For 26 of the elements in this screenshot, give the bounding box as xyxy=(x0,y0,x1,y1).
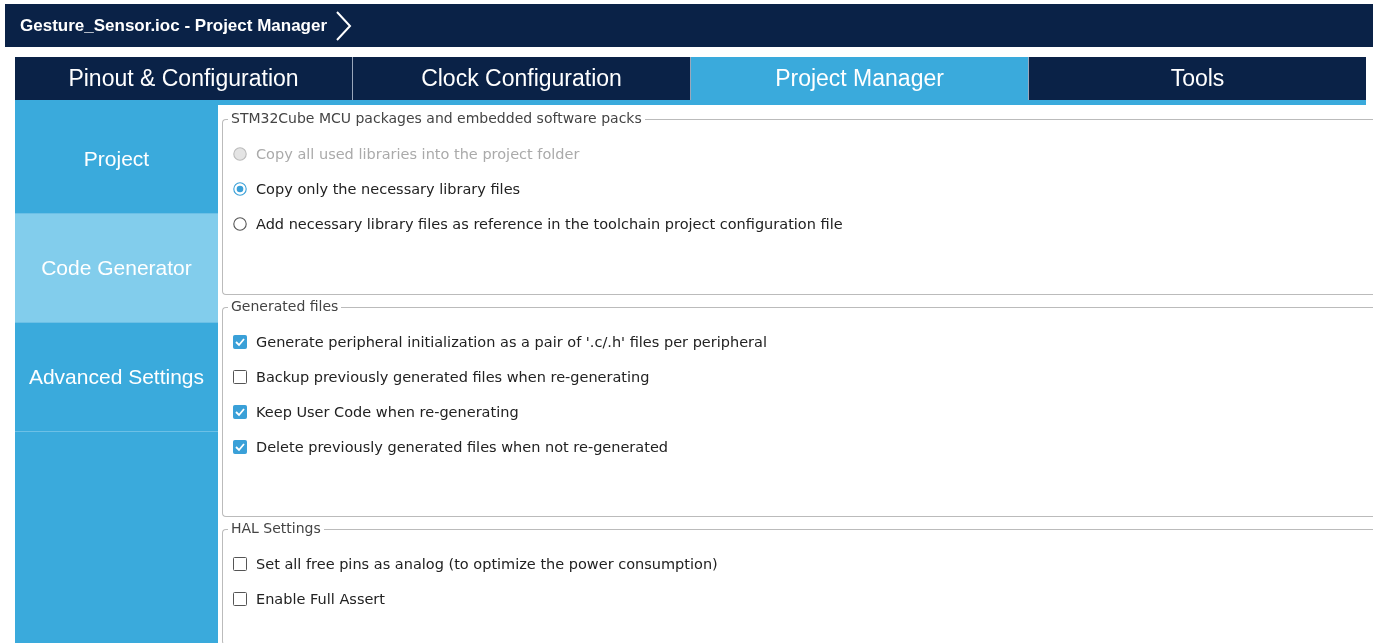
checkbox[interactable] xyxy=(233,556,247,571)
option-label: Copy all used libraries into the project folder xyxy=(256,145,580,162)
checkbox[interactable] xyxy=(233,591,247,606)
option-label: Generate peripheral initialization as a pair of '.c/.h' files per peripheral xyxy=(256,333,767,350)
option-label: Keep User Code when re-generating xyxy=(256,403,519,420)
sidebar-item[interactable]: Code Generator xyxy=(15,214,218,323)
chevron-icon xyxy=(335,10,354,41)
tab[interactable]: Tools xyxy=(1029,57,1366,100)
option-label: Backup previously generated files when re-generating xyxy=(256,368,650,385)
option-label: Enable Full Assert xyxy=(256,590,385,607)
window-title: Gesture_Sensor.ioc - Project Manager xyxy=(19,15,328,36)
checkbox[interactable] xyxy=(233,439,247,454)
group-title: HAL Settings xyxy=(228,520,324,536)
checkbox[interactable] xyxy=(233,334,247,349)
radio-button[interactable] xyxy=(233,216,247,231)
radio-button[interactable] xyxy=(233,181,247,196)
tab[interactable]: Project Manager xyxy=(691,57,1029,100)
sidebar-item[interactable]: Advanced Settings xyxy=(15,323,218,432)
checkbox[interactable] xyxy=(233,369,247,384)
checkbox[interactable] xyxy=(233,404,247,419)
group-title: STM32Cube MCU packages and embedded software packs xyxy=(228,110,645,126)
option-label: Copy only the necessary library files xyxy=(256,180,521,197)
option-label: Set all free pins as analog (to optimize the power consumption) xyxy=(256,555,718,572)
option-label: Delete previously generated files when not re-generated xyxy=(256,438,669,455)
group-title: Generated files xyxy=(228,298,342,314)
option-label: Add necessary library files as reference in the toolchain project configuration file xyxy=(256,215,843,232)
